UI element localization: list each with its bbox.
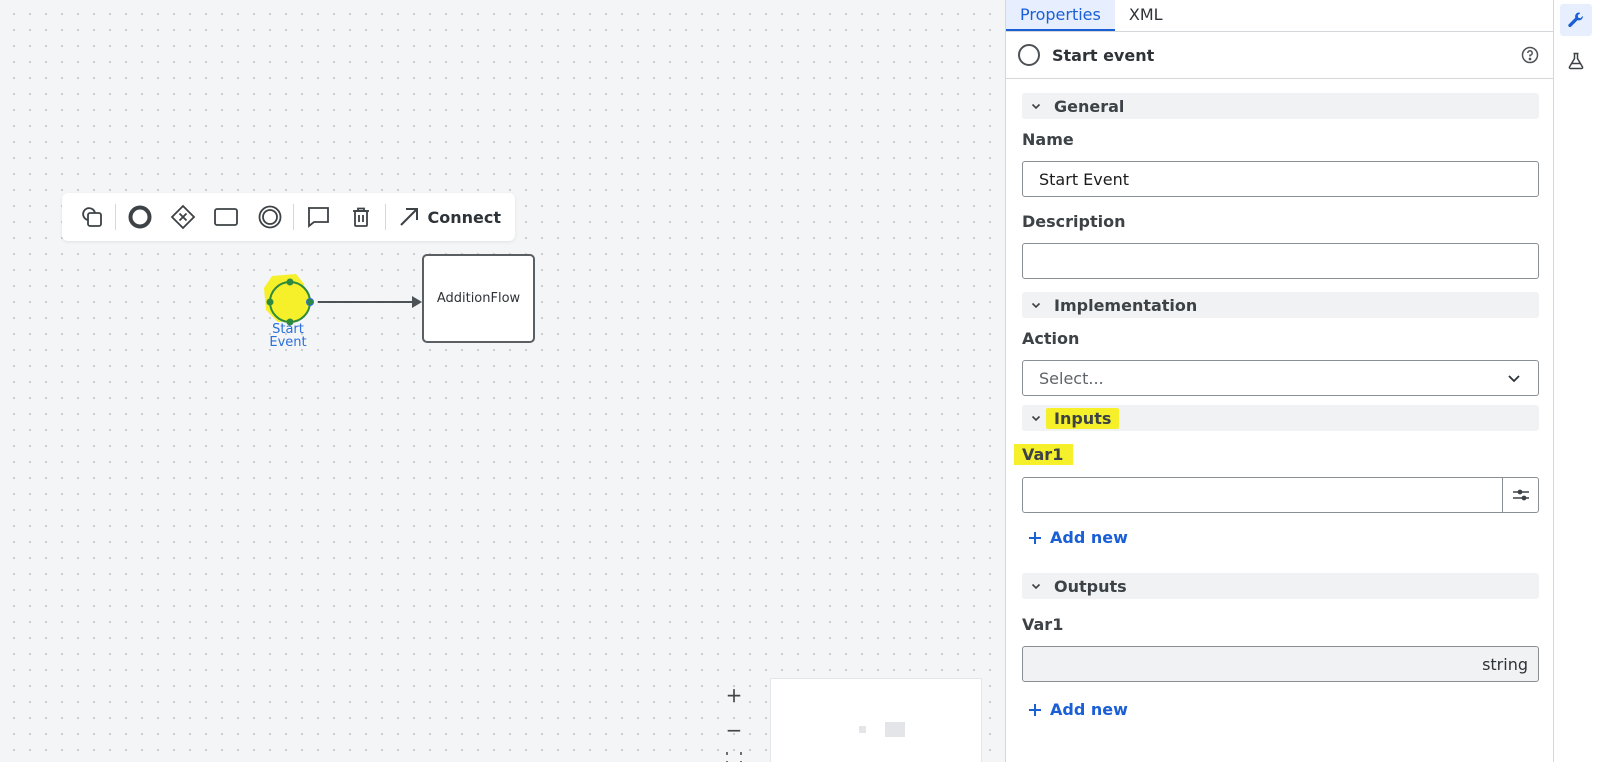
flask-icon — [1568, 52, 1584, 70]
start-event-shape[interactable] — [260, 270, 316, 326]
name-input[interactable] — [1022, 161, 1539, 197]
add-output-label: Add new — [1050, 700, 1128, 719]
side-rail — [1553, 0, 1597, 762]
diagram-canvas[interactable]: Connect Start Event AdditionFlow + − — [0, 0, 1005, 762]
output-var-label: Var1 — [1022, 615, 1064, 634]
group-inputs-label: Inputs — [1046, 407, 1120, 429]
plus-icon — [1029, 531, 1041, 544]
chevron-down-icon — [1031, 103, 1041, 110]
chevron-down-icon — [1031, 415, 1041, 422]
start-event-icon — [1018, 44, 1040, 66]
input-var-field-group — [1022, 477, 1539, 513]
properties-panel: Properties XML Start event General Name … — [1005, 0, 1553, 762]
variable-settings-icon — [1512, 489, 1529, 501]
action-label: Action — [1022, 329, 1080, 348]
help-icon[interactable] — [1521, 46, 1539, 64]
zoom-in-button[interactable]: + — [722, 683, 746, 707]
tab-xml[interactable]: XML — [1115, 0, 1177, 31]
sequence-flow-edge[interactable] — [0, 0, 1005, 762]
group-implementation[interactable]: Implementation — [1022, 292, 1539, 318]
add-input-label: Add new — [1050, 528, 1128, 547]
output-var-type-field: string — [1022, 646, 1539, 682]
name-label: Name — [1022, 130, 1074, 149]
minimap-start-event — [859, 726, 866, 733]
fit-view-icon — [726, 752, 742, 762]
group-inputs[interactable]: Inputs — [1022, 405, 1539, 431]
group-outputs[interactable]: Outputs — [1022, 573, 1539, 599]
chevron-down-icon — [1031, 583, 1041, 590]
group-general[interactable]: General — [1022, 93, 1539, 119]
properties-rail-button[interactable] — [1560, 4, 1592, 36]
task-addition-flow[interactable]: AdditionFlow — [422, 254, 535, 343]
group-general-label: General — [1054, 96, 1125, 116]
panel-tabs: Properties XML — [1006, 0, 1553, 32]
chevron-down-icon — [1031, 302, 1041, 309]
wrench-icon — [1568, 12, 1583, 28]
input-var-label: Var1 — [1014, 444, 1074, 465]
variable-picker-button[interactable] — [1503, 477, 1539, 513]
test-rail-button[interactable] — [1560, 45, 1592, 77]
chevron-down-icon — [1508, 375, 1520, 383]
group-implementation-label: Implementation — [1054, 295, 1198, 315]
output-var-type: string — [1482, 654, 1528, 674]
description-input[interactable] — [1022, 243, 1539, 279]
description-label: Description — [1022, 212, 1126, 231]
action-select-value: Select... — [1039, 368, 1104, 388]
element-title: Start event — [1052, 45, 1155, 65]
minimap-task — [885, 722, 905, 737]
group-outputs-label: Outputs — [1054, 576, 1127, 596]
start-event-label: Start Event — [269, 322, 307, 350]
add-output-button[interactable]: Add new — [1028, 700, 1128, 719]
input-var-field[interactable] — [1022, 477, 1503, 513]
minimap[interactable] — [770, 678, 982, 762]
action-select[interactable]: Select... — [1022, 360, 1539, 396]
fit-view-button[interactable] — [722, 752, 746, 762]
add-input-button[interactable]: Add new — [1028, 528, 1128, 547]
tab-properties[interactable]: Properties — [1006, 0, 1115, 31]
element-header: Start event — [1006, 32, 1553, 79]
task-label: AdditionFlow — [436, 291, 521, 306]
plus-icon — [1029, 703, 1041, 716]
zoom-out-button[interactable]: − — [722, 718, 746, 742]
